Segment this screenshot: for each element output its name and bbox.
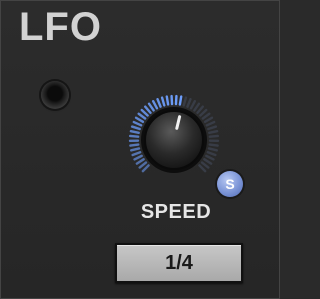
ring-segment <box>130 125 141 131</box>
ring-segment <box>165 95 170 106</box>
ring-segment <box>199 108 208 117</box>
ring-segment <box>133 154 143 161</box>
sync-badge-icon[interactable]: S <box>217 171 243 197</box>
speed-label: SPEED <box>140 201 212 223</box>
speed-value-display[interactable]: 1/4 <box>115 243 243 283</box>
knob-cap <box>144 110 204 170</box>
ring-segment <box>208 134 220 138</box>
lfo-panel: LFO S SPEED 1/4 <box>0 0 280 299</box>
ring-segment <box>200 161 210 169</box>
ring-segment <box>129 130 140 135</box>
ring-segment <box>198 164 207 173</box>
module-title: LFO <box>19 5 102 49</box>
speed-knob-svg[interactable] <box>119 85 229 195</box>
ring-segment <box>144 105 152 114</box>
ring-segment <box>138 161 148 169</box>
ring-segment <box>135 158 145 165</box>
ring-segment <box>129 143 140 147</box>
ring-segment <box>208 130 219 135</box>
ring-segment <box>182 96 188 107</box>
ring-segment <box>137 112 147 120</box>
ring-segment <box>156 97 162 108</box>
ring-segment <box>189 100 197 110</box>
ring-segment <box>205 154 215 161</box>
ring-segment <box>160 96 166 107</box>
ring-segment <box>193 102 201 112</box>
ring-segment <box>141 164 150 173</box>
ring-segment <box>134 116 145 124</box>
ring-segment <box>196 105 204 114</box>
ring-segment <box>128 134 140 138</box>
ring-segment <box>186 97 192 108</box>
ring-segment <box>207 125 218 131</box>
ring-segment <box>201 112 211 120</box>
ring-segment <box>147 102 155 112</box>
ring-segment <box>206 151 217 157</box>
ring-segment <box>178 95 183 106</box>
led-indicator-icon[interactable] <box>41 81 69 109</box>
ring-segment <box>205 120 216 127</box>
ring-segment <box>140 108 149 117</box>
speed-knob[interactable] <box>119 85 229 195</box>
ring-segment <box>131 151 142 157</box>
ring-segment <box>132 120 143 127</box>
ring-segment <box>130 147 141 152</box>
ring-segment <box>203 158 213 165</box>
ring-segment <box>208 143 219 147</box>
ring-segment <box>203 116 214 124</box>
ring-segment <box>151 100 159 110</box>
ring-segment <box>207 147 218 152</box>
